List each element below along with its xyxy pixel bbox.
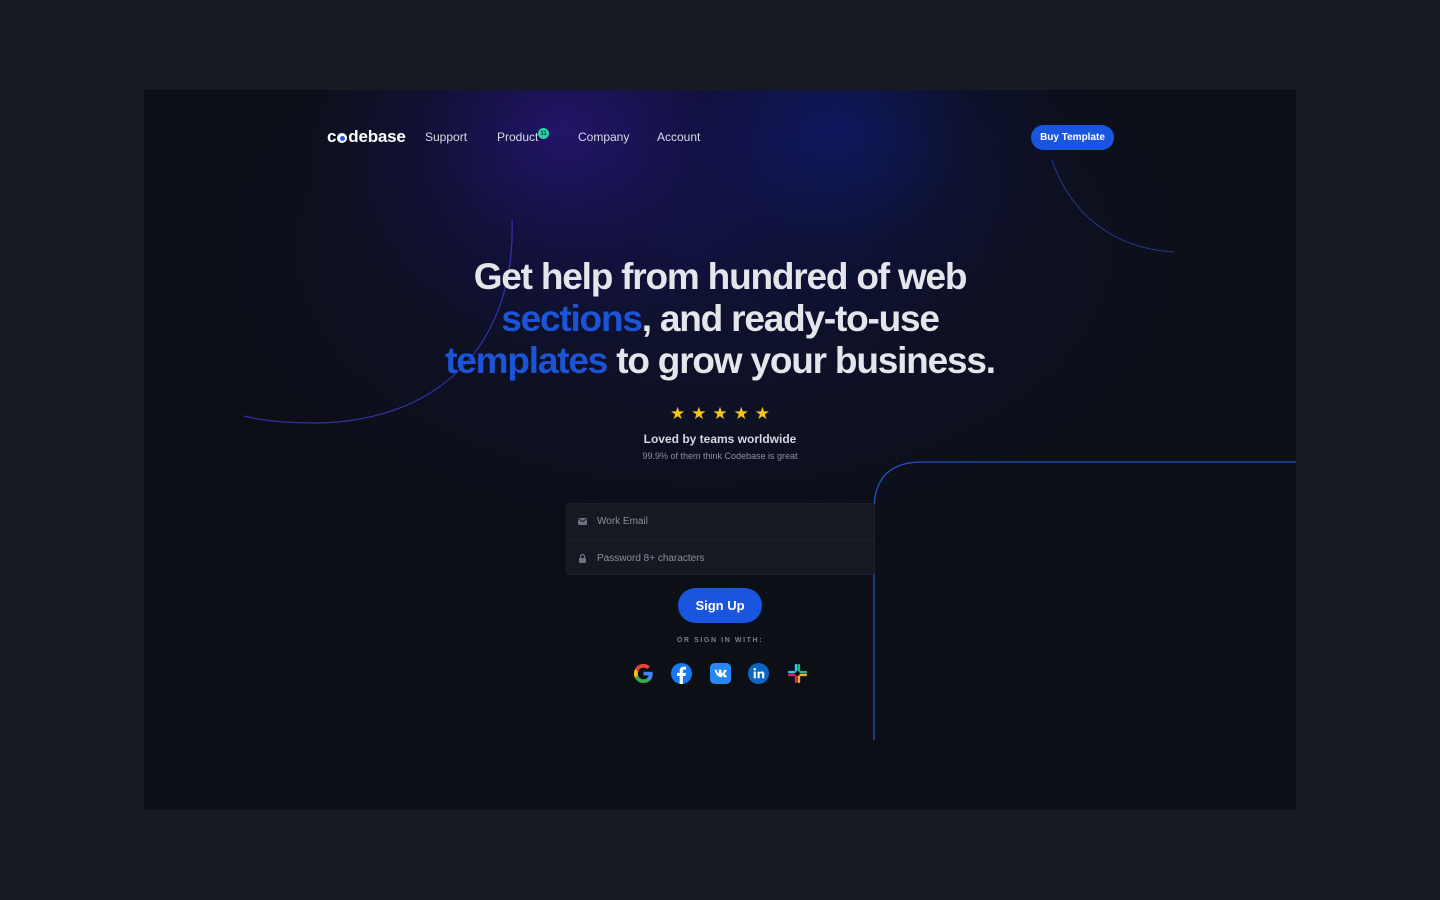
nav-company[interactable]: Company xyxy=(578,130,629,144)
logo-prefix: c xyxy=(327,127,337,146)
facebook-icon[interactable] xyxy=(670,661,694,685)
star-icon: ★ xyxy=(754,404,770,423)
star-icon: ★ xyxy=(670,404,686,423)
password-field xyxy=(567,540,876,576)
landing-frame: c debase Support Product 11 Company Acco… xyxy=(144,90,1296,810)
linkedin-icon[interactable] xyxy=(747,661,771,685)
lock-icon xyxy=(567,553,597,563)
mail-icon xyxy=(567,518,597,525)
product-badge: 11 xyxy=(538,128,549,139)
or-sign-in-label: OR SIGN IN WITH: xyxy=(676,637,764,644)
sign-up-button[interactable]: Sign Up xyxy=(678,588,762,623)
codebase-logo[interactable]: c debase xyxy=(327,127,406,147)
nav-account[interactable]: Account xyxy=(657,130,700,144)
headline-accent-sections: sections xyxy=(501,298,643,339)
headline-accent-templates: templates xyxy=(445,340,608,381)
google-icon[interactable] xyxy=(631,661,655,685)
decorative-lines xyxy=(243,159,1296,740)
star-icon: ★ xyxy=(733,404,749,423)
headline-line3: to grow your business. xyxy=(607,340,996,381)
headline-line1: Get help from hundred of web xyxy=(473,256,968,297)
headline-line2: , and ready-to-use xyxy=(641,298,940,339)
rating-stars: ★ ★ ★ ★ ★ xyxy=(670,405,770,422)
star-icon: ★ xyxy=(712,404,728,423)
buy-template-button[interactable]: Buy Template xyxy=(1031,125,1114,150)
loved-subtitle: 99.9% of them think Codebase is great xyxy=(642,451,798,461)
nav-product[interactable]: Product xyxy=(497,130,538,144)
nav-support[interactable]: Support xyxy=(425,130,467,144)
signup-form xyxy=(566,503,876,576)
vk-icon[interactable] xyxy=(708,661,732,685)
email-field xyxy=(567,504,876,540)
password-input[interactable] xyxy=(597,552,857,564)
loved-title: Loved by teams worldwide xyxy=(643,432,797,446)
star-icon: ★ xyxy=(691,404,707,423)
email-input[interactable] xyxy=(597,516,857,527)
social-sign-in xyxy=(631,661,809,685)
hero-headline: Get help from hundred of web sections, a… xyxy=(370,256,1070,382)
logo-suffix: debase xyxy=(348,127,406,146)
slack-icon[interactable] xyxy=(785,661,809,685)
logo-mark-icon xyxy=(337,133,348,143)
